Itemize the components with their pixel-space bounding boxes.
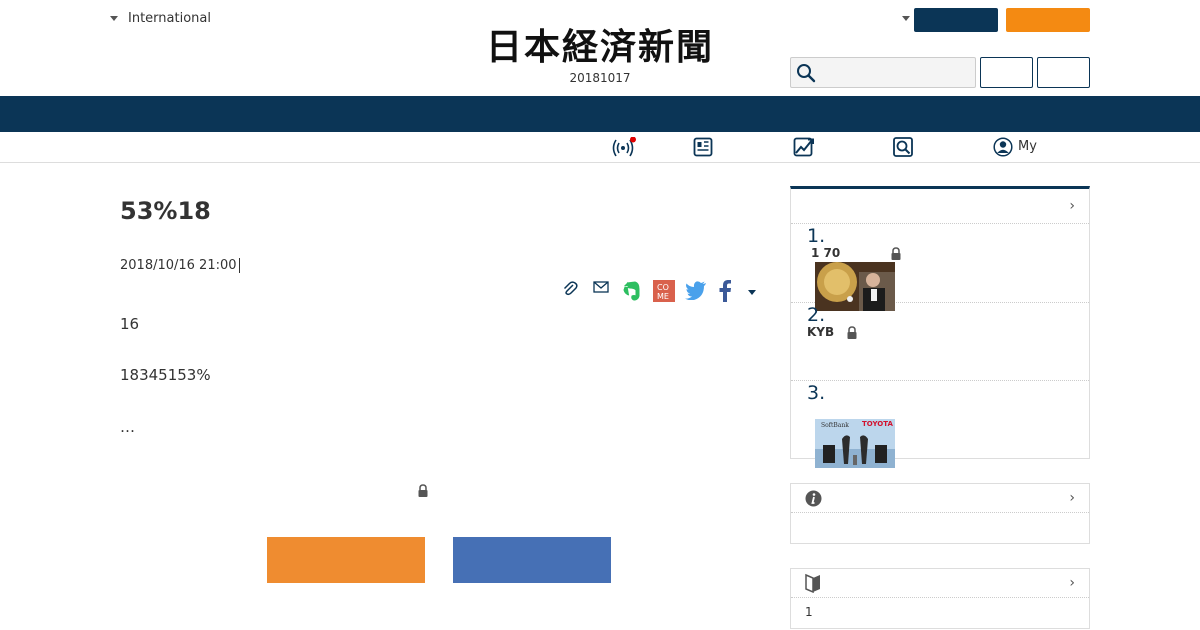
chevron-right-icon: › [1069, 198, 1075, 214]
info-header[interactable]: › [791, 484, 1089, 513]
chevron-right-icon: › [1069, 575, 1075, 591]
mail-icon[interactable] [593, 280, 609, 294]
beginner-header[interactable]: › [791, 569, 1089, 598]
beginner-text: 1 [805, 605, 813, 619]
comment-icon[interactable]: CO ME [653, 280, 675, 302]
ranking-thumbnail: SoftBank TOYOTA [815, 419, 895, 468]
rank-number: 2. [807, 304, 826, 326]
caret-down-icon[interactable] [902, 16, 910, 21]
rank-number: 1. [807, 225, 826, 247]
subscribe-button[interactable] [1006, 8, 1090, 32]
broadcast-icon[interactable] [612, 137, 636, 159]
article-paragraph: 16 [120, 315, 140, 333]
login-button[interactable] [914, 8, 998, 32]
svg-text:CO: CO [657, 283, 669, 292]
chart-icon[interactable] [793, 137, 815, 157]
ranking-panel: › 1. 1 70 2. KYB 3. SoftBank TOYOTA [790, 186, 1090, 468]
lock-icon [847, 326, 857, 339]
svg-text:ME: ME [657, 292, 669, 301]
user-icon[interactable] [993, 137, 1013, 157]
more-share-caret-icon[interactable] [748, 290, 756, 295]
article-headline: 53%18 [120, 197, 211, 225]
region-selector[interactable]: International [110, 11, 211, 26]
lock-icon [418, 484, 428, 497]
evernote-icon[interactable] [622, 280, 642, 302]
rank-number: 3. [807, 382, 826, 404]
chevron-right-icon: › [1069, 490, 1075, 506]
ranking-item[interactable]: 1. 1 70 [791, 224, 1089, 311]
search-icon [797, 64, 816, 83]
rank-title: 1 70 [811, 246, 841, 260]
ranking-header[interactable]: › [791, 189, 1089, 224]
facebook-icon[interactable] [718, 280, 732, 302]
twitter-icon[interactable] [685, 280, 707, 300]
thumb-label-toyota: TOYOTA [862, 420, 893, 428]
search-input[interactable] [790, 57, 976, 88]
thumb-label-softbank: SoftBank [821, 422, 849, 429]
date-separator [239, 258, 240, 273]
beginner-panel: › 1 [790, 568, 1090, 629]
region-label: International [128, 11, 211, 26]
header-button-1[interactable] [980, 57, 1033, 88]
article-paragraph: … [120, 418, 135, 436]
header-button-2[interactable] [1037, 57, 1090, 88]
beginner-mark-icon [805, 573, 820, 593]
subscribe-cta-button[interactable] [267, 537, 425, 583]
rank-title: KYB [807, 325, 835, 339]
lock-icon [891, 247, 901, 260]
my-page-link[interactable]: My [1018, 139, 1037, 154]
ranking-item[interactable]: 3. SoftBank TOYOTA [791, 381, 1089, 468]
caret-down-icon [110, 16, 118, 21]
login-cta-button[interactable] [453, 537, 611, 583]
main-nav-bar [0, 96, 1200, 132]
ranking-item[interactable]: 2. KYB [791, 303, 1089, 381]
article-date: 2018/10/16 21:00 [120, 258, 237, 273]
info-panel: › [790, 483, 1090, 544]
info-icon [805, 490, 822, 507]
search-box-icon[interactable] [893, 137, 913, 157]
article-paragraph: 18345153% [120, 366, 211, 384]
newspaper-icon[interactable] [693, 137, 713, 157]
clip-icon[interactable] [562, 280, 578, 298]
